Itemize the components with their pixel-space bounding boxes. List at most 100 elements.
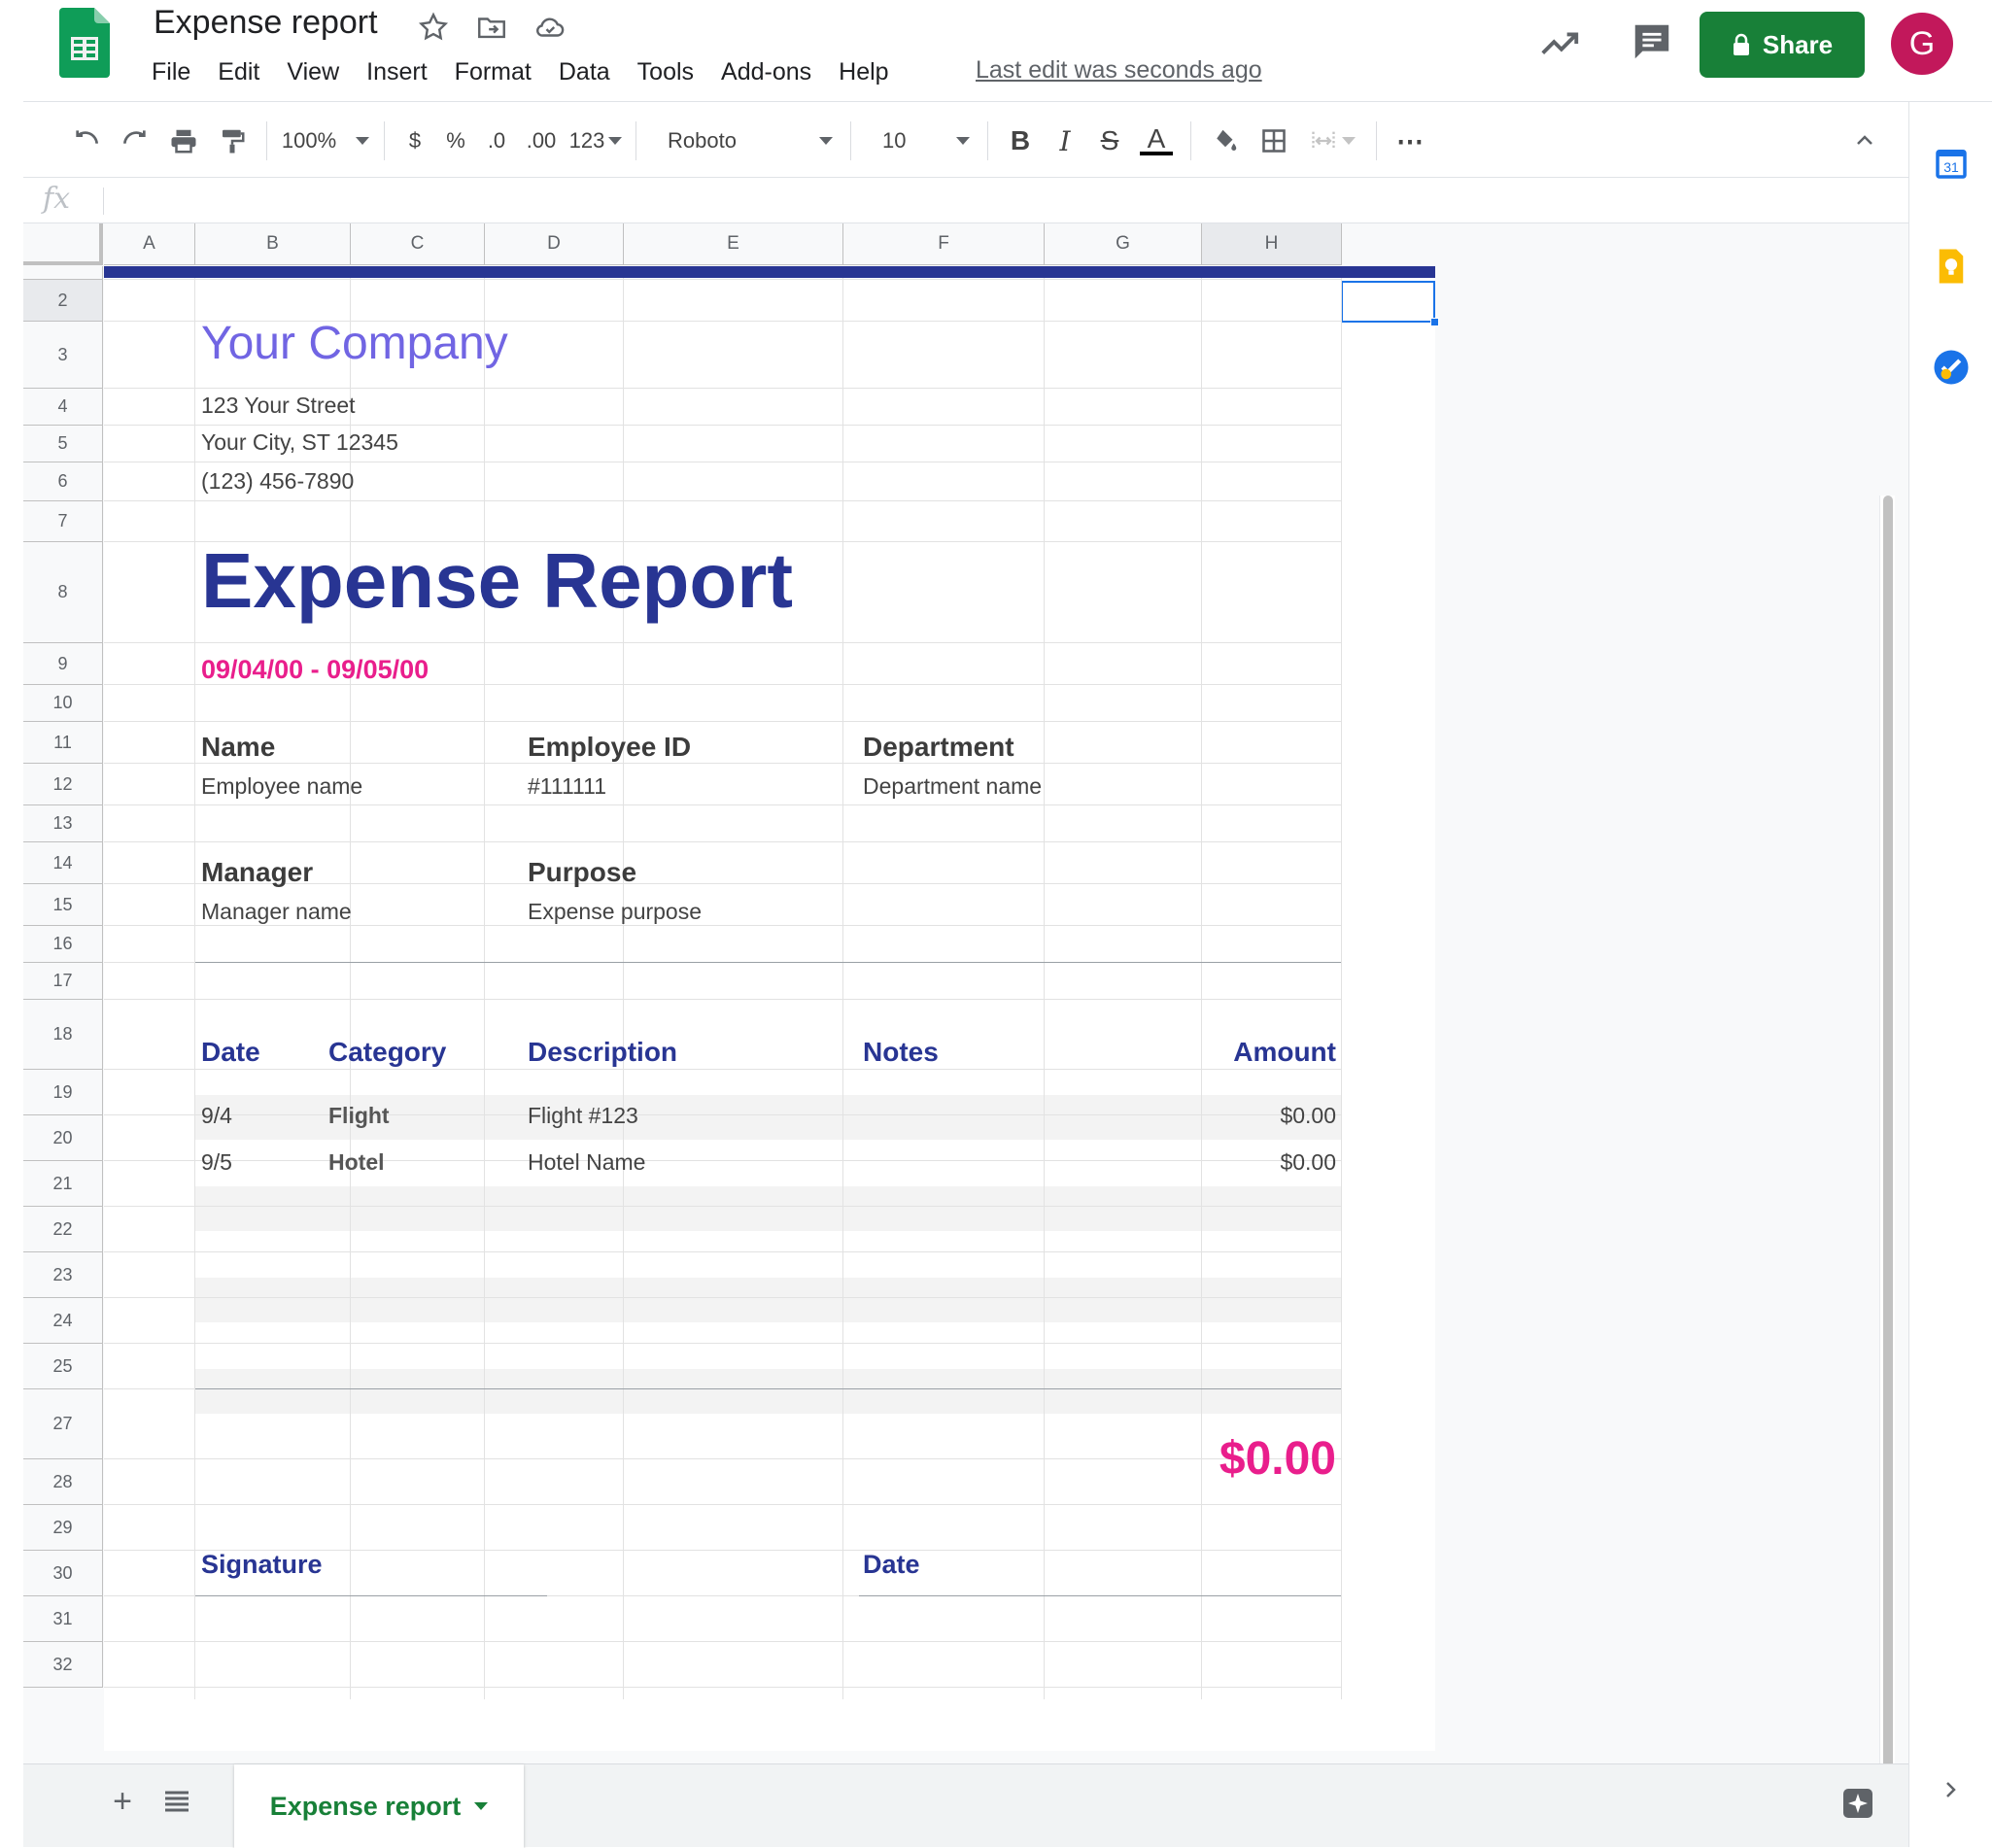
move-to-folder-icon[interactable] [475,11,508,44]
menu-help[interactable]: Help [839,58,902,86]
menu-data[interactable]: Data [559,58,624,86]
column-header-E[interactable]: E [624,223,843,265]
column-header-F[interactable]: F [843,223,1045,265]
selected-cell-H2[interactable] [1341,281,1435,323]
column-header-B[interactable]: B [195,223,351,265]
name-label[interactable]: Name [201,732,275,763]
select-all-corner[interactable] [23,223,103,265]
row-header-21[interactable]: 21 [23,1161,103,1207]
row-header-14[interactable]: 14 [23,842,103,884]
item-1-amount[interactable]: $0.00 [1280,1103,1336,1129]
column-header-D[interactable]: D [485,223,624,265]
row-header-5[interactable]: 5 [23,426,103,462]
menu-insert[interactable]: Insert [366,58,441,86]
collapse-menus-icon[interactable] [1840,118,1889,164]
increase-decimal-button[interactable]: .00 [517,118,566,164]
table-header-description[interactable]: Description [528,1037,677,1068]
company-city[interactable]: Your City, ST 12345 [201,429,398,456]
row-header-16[interactable]: 16 [23,926,103,963]
bold-icon[interactable]: B [998,118,1043,164]
font-family-select[interactable]: Roboto [646,118,841,164]
total-amount[interactable]: $0.00 [1219,1432,1336,1486]
print-icon[interactable] [159,118,208,164]
share-button[interactable]: Share [1700,12,1865,78]
item-1-description[interactable]: Flight #123 [528,1103,638,1129]
row-header-9[interactable]: 9 [23,643,103,685]
item-2-description[interactable]: Hotel Name [528,1149,645,1176]
menu-view[interactable]: View [287,58,353,86]
row-header-27[interactable]: 27 [23,1389,103,1459]
item-2-category[interactable]: Hotel [328,1149,385,1176]
decrease-decimal-button[interactable]: .0 [476,118,517,164]
row-header-31[interactable]: 31 [23,1596,103,1642]
row-header-11[interactable]: 11 [23,722,103,764]
row-header-17[interactable]: 17 [23,963,103,1000]
formula-input[interactable] [113,186,1862,215]
signature-date-label[interactable]: Date [863,1550,920,1580]
cell-area[interactable]: Your Company 123 Your Street Your City, … [104,266,1439,1751]
sheet-tab-expense-report[interactable]: Expense report [234,1764,524,1848]
keep-icon[interactable] [1931,246,1972,287]
signature-label[interactable]: Signature [201,1550,323,1580]
purpose-label[interactable]: Purpose [528,857,636,888]
row-header-13[interactable]: 13 [23,805,103,842]
column-header-A[interactable]: A [104,223,195,265]
more-options-icon[interactable]: ⋯ [1387,118,1435,164]
column-header-G[interactable]: G [1045,223,1202,265]
employee-id-value[interactable]: #111111 [528,773,606,800]
show-side-panel-icon[interactable] [1939,1778,1962,1801]
column-header-C[interactable]: C [351,223,485,265]
item-1-date[interactable]: 9/4 [201,1103,232,1129]
activity-trend-icon[interactable] [1537,21,1582,66]
report-title[interactable]: Expense Report [201,536,793,626]
cloud-status-icon[interactable] [533,11,567,44]
row-header-3[interactable]: 3 [23,322,103,389]
calendar-icon[interactable]: 31 [1931,143,1972,184]
row-header-18[interactable]: 18 [23,1000,103,1070]
employee-id-label[interactable]: Employee ID [528,732,691,763]
vertical-scroll-thumb[interactable] [1883,496,1893,1763]
explore-icon[interactable] [1838,1784,1877,1823]
row-header-15[interactable]: 15 [23,884,103,926]
all-sheets-icon[interactable] [159,1784,194,1819]
more-formats-button[interactable]: 123 [566,118,626,164]
sheets-logo-icon[interactable] [59,8,110,78]
menu-format[interactable]: Format [455,58,545,86]
row-header-10[interactable]: 10 [23,685,103,722]
department-value[interactable]: Department name [863,773,1042,800]
item-2-amount[interactable]: $0.00 [1280,1149,1336,1176]
purpose-value[interactable]: Expense purpose [528,899,702,925]
table-header-category[interactable]: Category [328,1037,446,1068]
table-header-notes[interactable]: Notes [863,1037,939,1068]
fill-color-icon[interactable] [1201,118,1250,164]
account-avatar[interactable]: G [1891,13,1953,75]
row-header-20[interactable]: 20 [23,1115,103,1161]
row-header-8[interactable]: 8 [23,542,103,643]
vertical-scrollbar[interactable] [1879,496,1895,1763]
name-value[interactable]: Employee name [201,773,362,800]
document-title[interactable]: Expense report [154,4,378,42]
row-header-24[interactable]: 24 [23,1298,103,1344]
borders-icon[interactable] [1250,118,1298,164]
row-header-6[interactable]: 6 [23,462,103,501]
row-header-2[interactable]: 2 [23,280,103,322]
format-percent-button[interactable]: % [435,118,476,164]
row-header-29[interactable]: 29 [23,1505,103,1551]
row-header-7[interactable]: 7 [23,501,103,542]
table-header-date[interactable]: Date [201,1037,260,1068]
star-icon[interactable] [417,11,450,44]
paint-format-icon[interactable] [208,118,257,164]
italic-icon[interactable]: I [1043,118,1087,164]
menu-addons[interactable]: Add-ons [721,58,825,86]
item-2-date[interactable]: 9/5 [201,1149,232,1176]
row-header-22[interactable]: 22 [23,1207,103,1252]
company-name[interactable]: Your Company [201,317,508,370]
row-header-1[interactable] [23,266,103,280]
row-header-19[interactable]: 19 [23,1070,103,1115]
font-size-select[interactable]: 10 [861,118,978,164]
undo-icon[interactable] [62,118,111,164]
date-range[interactable]: 09/04/00 - 09/05/00 [201,655,429,685]
column-header-H[interactable]: H [1202,223,1342,265]
row-header-4[interactable]: 4 [23,389,103,426]
company-street[interactable]: 123 Your Street [201,393,356,419]
